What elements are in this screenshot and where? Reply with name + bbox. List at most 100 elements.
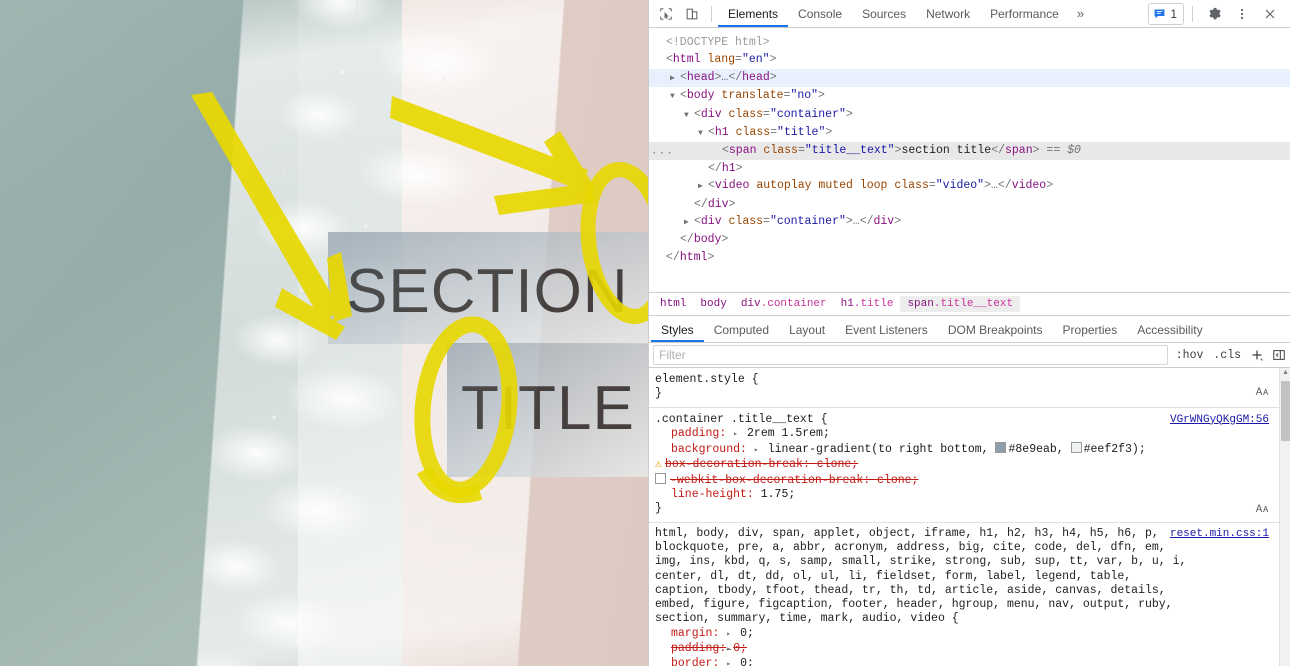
rule-origin-link[interactable]: VGrWNGyQKgGM:56 (1170, 413, 1269, 427)
rule-reset-css[interactable]: reset.min.css:1 html, body, div, span, a… (649, 523, 1290, 666)
breadcrumb-item-h1[interactable]: h1.title (834, 296, 901, 312)
font-editor-icon[interactable]: Aᴀ (1256, 386, 1269, 400)
styles-pane[interactable]: element.style { } Aᴀ .container .title__… (649, 368, 1290, 666)
dom-node-row[interactable]: ▶ <div class="container">…</div> (649, 213, 1290, 231)
declaration-value[interactable]: clone; (817, 458, 858, 471)
more-vertical-icon[interactable] (1229, 3, 1255, 25)
dom-node-row[interactable]: <html lang="en"> (649, 51, 1290, 68)
declaration-property: padding (671, 642, 720, 656)
tab-elements[interactable]: Elements (718, 1, 788, 27)
chevron-right-icon[interactable]: ▶ (670, 70, 680, 87)
rule-title-text[interactable]: .container .title__text { VGrWNGyQKgGM:5… (649, 408, 1290, 523)
device-toolbar-icon[interactable] (679, 3, 705, 25)
declaration-value[interactable]: clone; (877, 474, 918, 487)
dom-node-row[interactable]: </html> (649, 249, 1290, 266)
dom-token-punct: < (680, 70, 687, 84)
styles-scrollbar[interactable]: ▲ ▼ (1279, 368, 1290, 666)
dom-node-row[interactable]: ··· <span class="title__text">section tit… (649, 142, 1290, 160)
dom-node-row[interactable]: </body> (649, 231, 1290, 248)
color-swatch-1[interactable] (995, 442, 1007, 454)
dom-token-punct: > (728, 197, 736, 211)
rule-origin-link[interactable]: reset.min.css:1 (1170, 527, 1269, 541)
styles-tab-styles[interactable]: Styles (651, 317, 704, 342)
hov-toggle[interactable]: :hov (1174, 349, 1206, 362)
toggle-sidebar-icon[interactable] (1271, 347, 1287, 363)
breadcrumb-item-html[interactable]: html (653, 296, 693, 312)
declaration-value[interactable]: 2rem 1.5rem; (747, 427, 830, 440)
chevron-down-icon[interactable]: ▼ (698, 125, 708, 142)
dom-token-punct: = (735, 53, 742, 67)
scrollbar-thumb[interactable] (1281, 381, 1290, 441)
breadcrumb[interactable]: html body div.container h1.title span.title_… (649, 292, 1290, 315)
declaration-value[interactable]: 1.75; (761, 488, 796, 501)
devtools-panel[interactable]: Elements Console Sources Network Perform… (648, 0, 1290, 666)
dom-token-punct: </ (680, 233, 694, 247)
declaration-webkit-box-decoration-break[interactable]: -webkit-box-decoration-break: clone; (649, 472, 1290, 488)
dom-node-row[interactable]: </div> (649, 196, 1290, 213)
dom-token-punct: </ (694, 197, 708, 211)
chevron-down-icon[interactable]: ▼ (670, 88, 680, 105)
expand-arrow-icon[interactable]: ▸ (733, 428, 740, 442)
expand-arrow-icon[interactable]: ▸ (754, 444, 761, 458)
declaration-border[interactable]: border: ▸ 0; (649, 657, 1290, 666)
message-badge[interactable]: 1 (1148, 2, 1184, 25)
cls-toggle[interactable]: .cls (1211, 349, 1243, 362)
styles-tab-computed[interactable]: Computed (704, 317, 779, 342)
tab-network[interactable]: Network (916, 1, 980, 27)
devtools-tab-strip[interactable]: Elements Console Sources Network Perform… (718, 0, 1092, 27)
declaration-value[interactable]: 0; (733, 642, 747, 655)
declaration-background[interactable]: background: ▸ linear-gradient(to right b… (649, 442, 1290, 458)
styles-tab-event-listeners[interactable]: Event Listeners (835, 317, 938, 342)
scroll-up-arrow-icon[interactable]: ▲ (1280, 368, 1290, 379)
expand-arrow-icon[interactable]: ▸ (726, 658, 733, 666)
tab-sources[interactable]: Sources (852, 1, 916, 27)
declaration-line-height[interactable]: line-height: 1.75; (649, 488, 1290, 502)
styles-tab-properties[interactable]: Properties (1053, 317, 1128, 342)
chevron-right-icon[interactable]: ▶ (698, 178, 708, 195)
color-value-1[interactable]: #8e9eab (1008, 443, 1056, 456)
breadcrumb-item-div[interactable]: div.container (734, 296, 834, 312)
expand-arrow-icon[interactable]: ▸ (726, 628, 733, 642)
font-editor-icon[interactable]: Aᴀ (1256, 503, 1269, 517)
dom-node-row[interactable]: ▶ <head>…</head> (649, 68, 1290, 88)
close-icon[interactable] (1257, 3, 1283, 25)
breadcrumb-item-body[interactable]: body (693, 296, 733, 312)
dom-token-punct: < (708, 179, 715, 193)
declaration-padding[interactable]: padding:▸ 0; (649, 642, 1290, 657)
color-value-2[interactable]: #eef2f3 (1084, 443, 1132, 456)
declaration-margin[interactable]: margin: ▸ 0; (649, 627, 1290, 642)
declaration-value[interactable]: 0; (740, 657, 754, 666)
tab-console[interactable]: Console (788, 1, 852, 27)
page-viewport[interactable]: SECTION TITLE (0, 0, 648, 666)
chevron-right-icon[interactable]: ▶ (684, 214, 694, 231)
dom-node-row[interactable]: ▼ <body translate="no"> (649, 87, 1290, 105)
rule-element-style[interactable]: element.style { } Aᴀ (649, 368, 1290, 408)
plus-icon[interactable] (1249, 347, 1265, 363)
tab-performance[interactable]: Performance (980, 1, 1069, 27)
more-tabs-button[interactable]: » (1069, 6, 1092, 21)
styles-tab-dom-breakpoints[interactable]: DOM Breakpoints (938, 317, 1053, 342)
declaration-value[interactable]: 0; (740, 627, 754, 640)
filter-input[interactable]: Filter (653, 345, 1168, 365)
dom-node-row[interactable]: ▼ <div class="container"> (649, 106, 1290, 124)
gear-icon[interactable] (1201, 3, 1227, 25)
declaration-box-decoration-break[interactable]: ⚠ box-decoration-break: clone; (649, 458, 1290, 472)
dom-node-row[interactable]: </h1> (649, 160, 1290, 177)
dom-node-row[interactable]: ▼ <h1 class="title"> (649, 124, 1290, 142)
styles-pane-tab-strip[interactable]: Styles Computed Layout Event Listeners DOM B… (649, 315, 1290, 343)
styles-tab-accessibility[interactable]: Accessibility (1127, 317, 1212, 342)
styles-tab-layout[interactable]: Layout (779, 317, 835, 342)
dom-node-row[interactable]: <!DOCTYPE html> (649, 34, 1290, 51)
inspect-cursor-icon[interactable] (653, 3, 679, 25)
dom-tree[interactable]: <!DOCTYPE html> <html lang="en"> ▶ <head>…<… (649, 28, 1290, 292)
breadcrumb-item-span[interactable]: span.title__text (900, 296, 1021, 312)
declaration-checkbox[interactable] (655, 472, 666, 484)
dom-token-val: "en" (741, 53, 770, 67)
dom-node-row[interactable]: ▶ <video autoplay muted loop class="video… (649, 177, 1290, 195)
chevron-down-icon[interactable]: ▼ (684, 107, 694, 124)
dom-token-attr: translate (714, 89, 784, 103)
declaration-padding[interactable]: padding: ▸ 2rem 1.5rem; (649, 427, 1290, 442)
dom-token-tag: html (672, 53, 701, 67)
color-swatch-2[interactable] (1070, 442, 1082, 454)
dom-token-punct: … (852, 215, 860, 229)
